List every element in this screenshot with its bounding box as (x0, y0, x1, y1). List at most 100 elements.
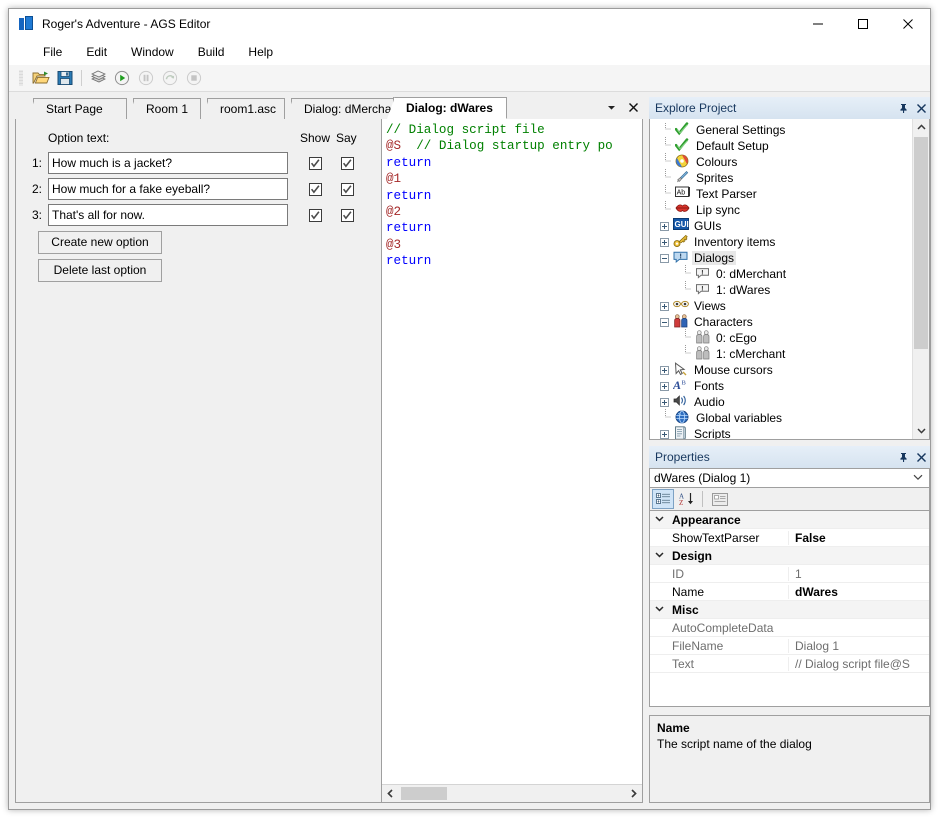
menu-file[interactable]: File (31, 41, 74, 63)
tree-node-text-parser[interactable]: Ab Text Parser (650, 184, 912, 202)
expand-node-icon[interactable] (660, 221, 669, 231)
play-icon[interactable] (110, 67, 134, 89)
cursor-arrow-icon (673, 362, 689, 378)
tree-node-mouse-cursors[interactable]: Mouse cursors (650, 362, 912, 378)
pin-icon[interactable] (894, 99, 912, 117)
property-row[interactable]: AutoCompleteData (650, 619, 929, 637)
close-button[interactable] (885, 9, 930, 39)
floppy-disk-icon[interactable] (53, 67, 77, 89)
categorized-icon[interactable] (652, 489, 674, 509)
property-category-row[interactable]: Appearance (650, 511, 929, 529)
expand-node-icon[interactable] (660, 301, 669, 311)
property-description-text: The script name of the dialog (657, 737, 812, 751)
collapse-node-icon[interactable] (660, 317, 669, 327)
property-value[interactable]: 1 (788, 566, 929, 581)
chevron-down-icon[interactable] (650, 604, 668, 615)
chevron-right-icon[interactable] (625, 785, 642, 801)
option-say-checkbox[interactable] (341, 183, 354, 196)
tab-dialog-dwares[interactable]: Dialog: dWares (387, 97, 507, 119)
maximize-button[interactable] (840, 9, 885, 39)
chevron-left-icon[interactable] (382, 785, 399, 801)
tree-node-scripts[interactable]: Scripts (650, 426, 912, 439)
property-pages-icon[interactable] (709, 489, 731, 509)
close-icon[interactable] (912, 99, 930, 117)
close-icon[interactable] (625, 99, 641, 115)
tree-node-guis[interactable]: GUI GUIs (650, 218, 912, 234)
build-blocks-icon[interactable] (86, 67, 110, 89)
dialog-script-code[interactable]: // Dialog script file @S // Dialog startu… (386, 122, 626, 270)
option-say-checkbox[interactable] (341, 157, 354, 170)
dialog-option-row: 1: (16, 152, 374, 174)
tab-room1-asc[interactable]: room1.asc (201, 98, 285, 120)
step-over-icon (158, 67, 182, 89)
hscroll-thumb[interactable] (401, 787, 447, 800)
menu-build[interactable]: Build (186, 41, 237, 63)
expand-node-icon[interactable] (660, 429, 669, 439)
script-vertical-scrollbar[interactable] (626, 119, 642, 785)
property-category-row[interactable]: Design (650, 547, 929, 565)
property-category-row[interactable]: Misc (650, 601, 929, 619)
code-token: return (386, 155, 432, 170)
tab-room-1[interactable]: Room 1 (127, 98, 201, 120)
expand-node-icon[interactable] (660, 397, 669, 407)
tree-node-general-settings[interactable]: General Settings (650, 122, 912, 138)
tree-node-1-cmerchant[interactable]: 1: cMerchant (650, 344, 912, 362)
tree-node-views[interactable]: Views (650, 298, 912, 314)
tree-node-audio[interactable]: Audio (650, 394, 912, 410)
tree-node-global-variables[interactable]: Global variables (650, 408, 912, 426)
option-text-input[interactable] (48, 178, 288, 200)
property-row[interactable]: ID 1 (650, 565, 929, 583)
chevron-up-icon[interactable] (913, 119, 929, 136)
minimize-button[interactable] (795, 9, 840, 39)
sort-az-icon[interactable]: A Z (676, 489, 698, 509)
close-icon[interactable] (912, 448, 930, 466)
option-show-checkbox[interactable] (309, 183, 322, 196)
tree-node-1-dwares[interactable]: 1: dWares (650, 280, 912, 298)
expand-node-icon[interactable] (660, 365, 669, 375)
tree-node-default-setup[interactable]: Default Setup (650, 136, 912, 154)
tree-node-lip-sync[interactable]: Lip sync (650, 200, 912, 218)
menu-window[interactable]: Window (119, 41, 186, 63)
menu-help[interactable]: Help (236, 41, 285, 63)
properties-object-selector[interactable]: dWares (Dialog 1) (649, 468, 930, 488)
option-say-checkbox[interactable] (341, 209, 354, 222)
chevron-down-icon[interactable] (650, 514, 668, 525)
editor-splitter[interactable] (374, 119, 381, 802)
property-value[interactable]: dWares (788, 584, 929, 599)
menu-edit[interactable]: Edit (74, 41, 119, 63)
property-value[interactable]: False (788, 530, 929, 545)
option-show-checkbox[interactable] (309, 157, 322, 170)
collapse-node-icon[interactable] (660, 253, 669, 263)
option-show-checkbox[interactable] (309, 209, 322, 222)
property-row[interactable]: Text // Dialog script file@S (650, 655, 929, 673)
expand-node-icon[interactable] (660, 381, 669, 391)
expand-node-icon[interactable] (660, 237, 669, 247)
delete-last-option-button[interactable]: Delete last option (38, 259, 162, 282)
property-row[interactable]: FileName Dialog 1 (650, 637, 929, 655)
toolbar-grip[interactable] (19, 70, 23, 86)
option-text-input[interactable] (48, 204, 288, 226)
folder-open-icon[interactable] (29, 67, 53, 89)
property-row[interactable]: ShowTextParser False (650, 529, 929, 547)
script-horizontal-scrollbar[interactable] (382, 784, 642, 802)
properties-grid[interactable]: Appearance ShowTextParser False Design ID 1 Na… (649, 510, 930, 707)
tree-node-inventory-items[interactable]: Inventory items (650, 234, 912, 250)
option-text-input[interactable] (48, 152, 288, 174)
property-value[interactable]: // Dialog script file@S (788, 656, 929, 671)
dialog-script-pane[interactable]: // Dialog script file @S // Dialog startu… (381, 119, 642, 802)
chevron-down-icon[interactable] (603, 99, 619, 115)
project-tree[interactable]: General Settings Default Setup Colours Spri… (649, 119, 930, 440)
tab-start-page[interactable]: Start Page (27, 98, 127, 120)
chevron-down-icon[interactable] (913, 472, 923, 484)
tree-node-fonts[interactable]: A B Fonts (650, 378, 912, 394)
tree-node-colours[interactable]: Colours (650, 152, 912, 170)
property-value[interactable]: Dialog 1 (788, 638, 929, 653)
tree-scroll-thumb[interactable] (914, 137, 928, 349)
pin-icon[interactable] (894, 448, 912, 466)
chevron-down-icon[interactable] (650, 550, 668, 561)
create-new-option-button[interactable]: Create new option (38, 231, 162, 254)
property-row[interactable]: Name dWares (650, 583, 929, 601)
tree-node-sprites[interactable]: Sprites (650, 168, 912, 186)
chevron-down-icon[interactable] (913, 422, 929, 439)
tree-vertical-scrollbar[interactable] (912, 119, 929, 439)
